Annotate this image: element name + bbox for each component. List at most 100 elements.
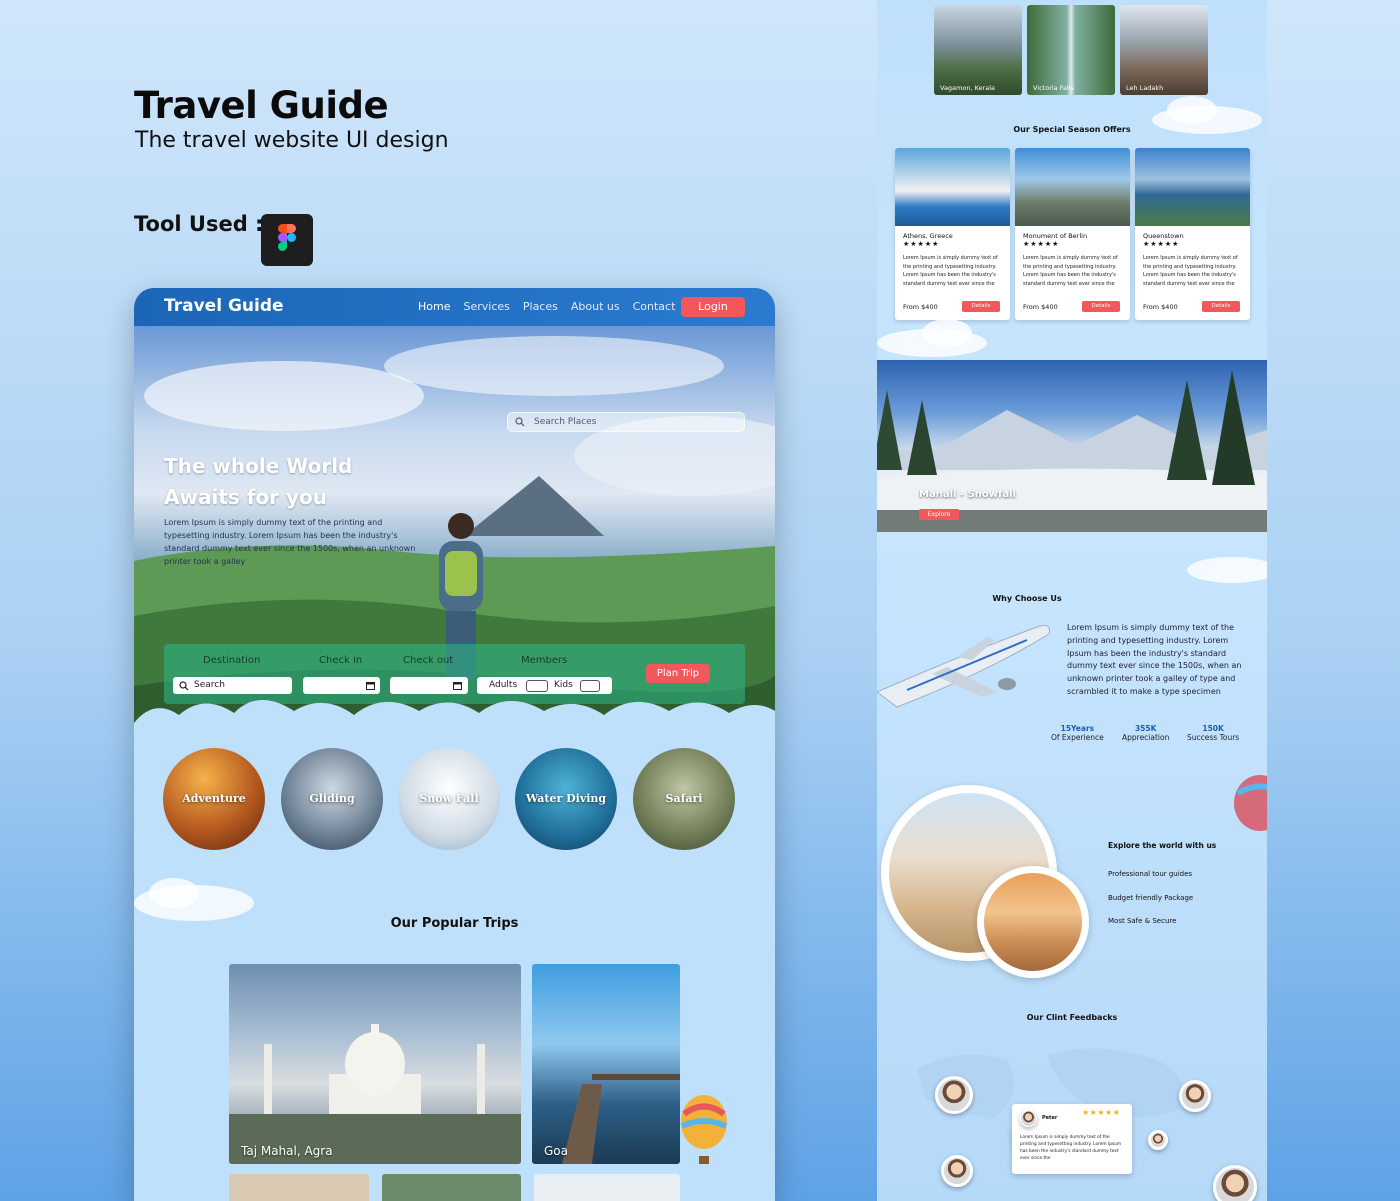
hero-headline: The whole World Awaits for you xyxy=(164,451,352,513)
cloud-divider xyxy=(134,699,775,753)
trip-card-more[interactable] xyxy=(534,1174,680,1201)
trip-name: Goa xyxy=(544,1144,568,1158)
details-button[interactable]: Details xyxy=(1082,301,1120,312)
category-gliding[interactable]: Gliding xyxy=(281,748,383,850)
client-avatar[interactable] xyxy=(1179,1080,1211,1112)
trip-name: Taj Mahal, Agra xyxy=(241,1144,333,1158)
nav-contact[interactable]: Contact xyxy=(633,300,676,313)
manali-banner: Manali - Snowfall Explore xyxy=(877,360,1267,532)
offer-card-queenstown[interactable]: Queenstown ★★★★★ Lorem Ipsum is simply d… xyxy=(1135,148,1250,320)
stat-value: 355K xyxy=(1134,724,1157,733)
search-places-input[interactable]: Search Places xyxy=(507,412,745,432)
trip-card-more[interactable] xyxy=(229,1174,369,1201)
client-avatar xyxy=(1020,1110,1037,1127)
nav-links: Home Services Places About us Contact xyxy=(418,300,675,313)
calendar-icon[interactable] xyxy=(453,681,462,690)
rating-stars: ★★★★★ xyxy=(903,241,940,248)
offer-card-berlin[interactable]: Monument of Berlin ★★★★★ Lorem Ipsum is … xyxy=(1015,148,1130,320)
explore-item: Budget friendly Package xyxy=(1108,894,1194,902)
nav-home[interactable]: Home xyxy=(418,300,450,313)
rating-stars: ★★★★★ xyxy=(1082,1108,1121,1117)
destination-thumb[interactable]: Vagamon, Kerala xyxy=(934,5,1022,95)
why-choose-title: Why Choose Us xyxy=(992,594,1062,603)
client-name: Peter xyxy=(1042,1115,1058,1121)
cloud-decoration xyxy=(1187,557,1267,583)
explore-item: Most Safe & Secure xyxy=(1108,917,1177,925)
trip-card-goa[interactable]: Goa xyxy=(532,964,680,1164)
checkin-label: Check in xyxy=(319,655,363,666)
stat-label: Success Tours xyxy=(1187,733,1240,742)
offer-card-athens[interactable]: Athens, Greece ★★★★★ Lorem Ipsum is simp… xyxy=(895,148,1010,320)
stat-appreciation: 355K Appreciation xyxy=(1122,724,1169,742)
stat-experience: 15Years Of Experience xyxy=(1051,724,1104,742)
nav-services[interactable]: Services xyxy=(463,300,509,313)
category-adventure[interactable]: Adventure xyxy=(163,748,265,850)
banner-title: Manali - Snowfall xyxy=(919,489,1016,500)
client-avatar[interactable] xyxy=(935,1076,973,1114)
stat-success-tours: 150K Success Tours xyxy=(1187,724,1239,742)
details-button[interactable]: Details xyxy=(1202,301,1240,312)
offer-desc: Lorem Ipsum is simply dummy text of the … xyxy=(903,255,998,287)
nav-places[interactable]: Places xyxy=(523,300,558,313)
hero-description: Lorem Ipsum is simply dummy text of the … xyxy=(164,518,416,566)
offer-image xyxy=(1015,148,1130,226)
category-water-diving[interactable]: Water Diving xyxy=(515,748,617,850)
plan-trip-button[interactable]: Plan Trip xyxy=(646,664,710,683)
destination-thumb[interactable]: Leh Ladakh xyxy=(1120,5,1208,95)
offer-image xyxy=(1135,148,1250,226)
search-icon xyxy=(515,417,525,427)
trip-card-more[interactable] xyxy=(382,1174,521,1201)
cloud-decoration xyxy=(877,319,987,357)
hero-banner: The whole World Awaits for you Lorem Ips… xyxy=(134,326,775,746)
page-title: Travel Guide xyxy=(134,84,389,127)
destination-input[interactable]: Search xyxy=(173,677,292,694)
login-button[interactable]: Login xyxy=(681,297,745,317)
thumb-label: Vagamon, Kerala xyxy=(940,84,995,92)
client-avatar[interactable] xyxy=(1148,1130,1168,1150)
navbar: Travel Guide Home Services Places About … xyxy=(134,288,775,326)
offer-price: From $400 xyxy=(1023,303,1058,311)
stat-value: 15Years xyxy=(1060,724,1095,733)
client-avatar[interactable] xyxy=(941,1155,973,1187)
destination-label: Destination xyxy=(203,655,261,666)
adults-count-input[interactable] xyxy=(526,680,548,692)
search-icon xyxy=(179,681,189,691)
trip-card-taj-mahal[interactable]: Taj Mahal, Agra xyxy=(229,964,521,1164)
details-mockup: Vagamon, Kerala Victoria Falls Leh Ladak… xyxy=(877,0,1267,1201)
goa-image xyxy=(562,1074,680,1164)
nav-about[interactable]: About us xyxy=(571,300,620,313)
taj-mahal-image xyxy=(229,1024,521,1164)
offer-desc: Lorem Ipsum is simply dummy text of the … xyxy=(1143,255,1238,287)
hero-line-2: Awaits for you xyxy=(164,485,328,509)
why-choose-text: Lorem Ipsum is simply dummy text of the … xyxy=(1067,623,1242,696)
stat-label: Of Experience xyxy=(1051,733,1104,742)
hot-air-balloon-icon xyxy=(1234,775,1267,831)
brand-logo[interactable]: Travel Guide xyxy=(164,296,284,316)
mountain-image xyxy=(877,370,1267,532)
client-avatar[interactable] xyxy=(1213,1165,1257,1201)
calendar-icon[interactable] xyxy=(366,681,375,690)
explore-button[interactable]: Explore xyxy=(919,509,959,520)
rating-stars: ★★★★★ xyxy=(1143,241,1180,248)
category-snow-fall[interactable]: Snow Fall xyxy=(398,748,500,850)
figma-icon xyxy=(261,214,313,266)
destination-thumb[interactable]: Victoria Falls xyxy=(1027,5,1115,95)
kids-label: Kids xyxy=(554,680,573,690)
popular-trips-title: Our Popular Trips xyxy=(390,916,519,931)
thumb-label: Leh Ladakh xyxy=(1126,84,1164,92)
offer-desc: Lorem Ipsum is simply dummy text of the … xyxy=(1023,255,1118,287)
stat-value: 150K xyxy=(1202,724,1224,733)
homepage-mockup: Travel Guide Home Services Places About … xyxy=(134,288,775,1201)
offers-title: Our Special Season Offers xyxy=(1013,125,1131,134)
feedback-card: Peter ★★★★★ Lorem Ipsum is simply dummy … xyxy=(1012,1104,1132,1174)
offer-name: Athens, Greece xyxy=(903,232,953,240)
details-button[interactable]: Details xyxy=(962,301,1000,312)
page-subtitle: The travel website UI design xyxy=(135,128,449,153)
hot-air-balloon-icon xyxy=(680,1095,728,1164)
feedback-text: Lorem Ipsum is simply dummy text of the … xyxy=(1020,1135,1122,1161)
checkout-label: Check out xyxy=(403,655,454,666)
members-label: Members xyxy=(521,655,568,666)
category-safari[interactable]: Safari xyxy=(633,748,735,850)
kids-count-input[interactable] xyxy=(580,680,600,692)
offer-price: From $400 xyxy=(1143,303,1178,311)
